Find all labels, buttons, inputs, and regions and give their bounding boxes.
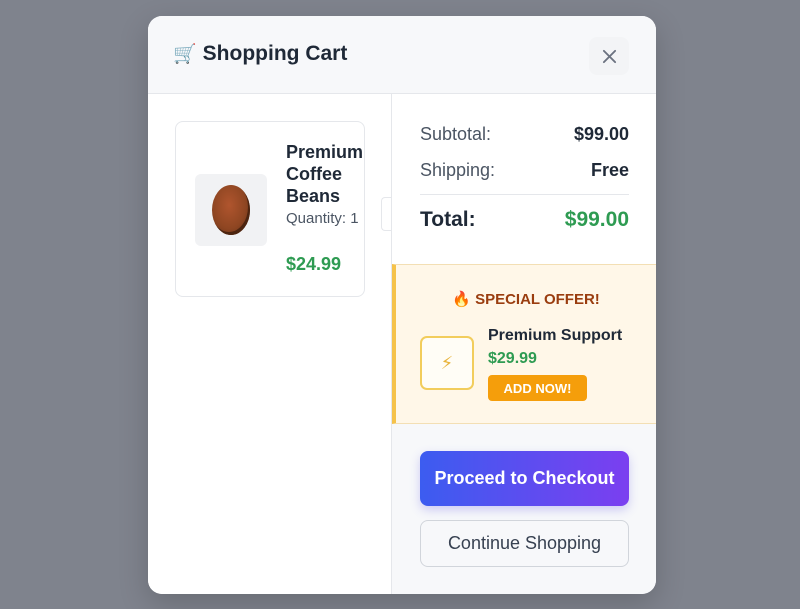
order-summary-pane: Subtotal: $99.00 Shipping: Free Total: $…	[392, 94, 656, 594]
shipping-value: Free	[590, 160, 629, 180]
item-price: $24.99	[286, 254, 342, 274]
cart-item-card[interactable]: Premium Coffee Beans Quantity: 1 $24.99	[175, 121, 365, 297]
close-button[interactable]	[589, 37, 629, 75]
shopping-cart-icon: 🛒	[173, 44, 197, 65]
shipping-label: Shipping:	[420, 160, 496, 180]
fire-icon: 🔥	[452, 291, 471, 308]
total-value: $99.00	[564, 208, 629, 231]
total-row: Total: $99.00	[420, 208, 629, 232]
special-offer-panel: 🔥 SPECIAL OFFER! ⚡ Premium Support $29.9…	[392, 264, 656, 424]
item-name: Premium Coffee Beans	[286, 142, 364, 206]
shipping-row: Shipping: Free	[420, 160, 629, 181]
offer-product-price: $29.99	[488, 350, 537, 367]
subtotal-value: $99.00	[573, 124, 629, 144]
summary-divider	[420, 194, 629, 195]
modal-title: 🛒 Shopping Cart	[173, 42, 347, 66]
modal-header: 🛒 Shopping Cart	[148, 16, 656, 94]
cart-items-pane: Premium Coffee Beans Quantity: 1 $24.99	[148, 94, 392, 594]
continue-shopping-button[interactable]: Continue Shopping	[420, 520, 629, 567]
order-summary: Subtotal: $99.00 Shipping: Free Total: $…	[392, 94, 656, 264]
shopping-cart-modal: 🛒 Shopping Cart Premium Coffee Beans Qua…	[148, 16, 656, 594]
coffee-bean-icon	[212, 185, 250, 235]
item-quantity: Quantity: 1	[286, 210, 359, 227]
special-offer-title-text: SPECIAL OFFER!	[475, 291, 600, 308]
total-label: Total:	[420, 208, 476, 231]
next-item-card-edge	[381, 197, 391, 231]
special-offer-title: 🔥 SPECIAL OFFER!	[396, 290, 656, 308]
offer-product-name: Premium Support	[488, 327, 623, 344]
modal-title-text: Shopping Cart	[202, 42, 348, 65]
subtotal-row: Subtotal: $99.00	[420, 124, 629, 145]
subtotal-label: Subtotal:	[420, 124, 492, 144]
lightning-icon: ⚡	[420, 336, 474, 390]
proceed-to-checkout-button[interactable]: Proceed to Checkout	[420, 451, 629, 506]
item-thumbnail	[195, 174, 267, 246]
add-now-button[interactable]: ADD NOW!	[488, 375, 587, 401]
close-icon	[602, 49, 616, 63]
